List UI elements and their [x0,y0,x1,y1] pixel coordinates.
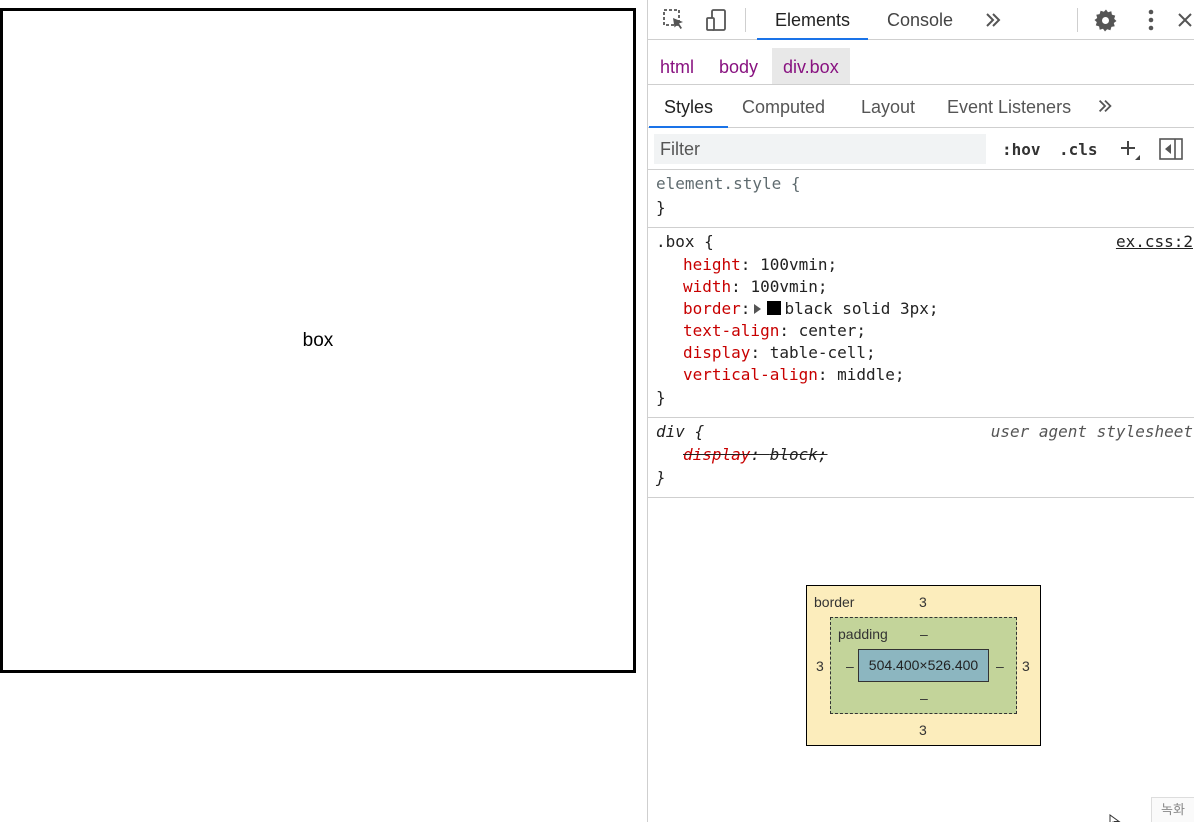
more-subtabs-icon[interactable] [1096,97,1114,119]
breadcrumb-html[interactable]: html [649,48,705,84]
page-viewport: box [0,0,647,822]
tab-layout[interactable]: Layout [861,86,915,128]
more-tabs-icon[interactable] [979,6,1007,34]
rule-source-label: user agent stylesheet [990,422,1193,441]
css-property: display [683,445,751,464]
css-value: center; [798,321,867,340]
css-value: 100vmin; [750,277,828,296]
mouse-cursor-icon [1109,811,1121,822]
css-declaration[interactable]: height: 100vmin; [656,254,1194,276]
color-swatch[interactable] [767,301,782,315]
styles-rules-pane: element.style { } .box { ex.css:2 height… [648,170,1194,498]
padding-label: padding [838,626,888,642]
rule-box: .box { ex.css:2 height: 100vmin; width: … [648,228,1194,418]
css-declaration[interactable]: width: 100vmin; [656,276,1194,298]
toolbar-separator [745,8,746,32]
breadcrumb-body[interactable]: body [708,48,769,84]
css-declaration[interactable]: border: black solid 3px; [656,298,1194,320]
css-value: block; [769,445,828,464]
css-value: 100vmin; [760,255,838,274]
tab-elements[interactable]: Elements [756,0,869,40]
css-value: middle; [837,365,905,384]
box-model-padding: padding – – – – 504.400×526.400 [830,617,1017,714]
css-property: vertical-align [683,365,818,384]
border-label: border [814,594,855,610]
rule-div-user-agent: div { user agent stylesheet display: blo… [648,418,1194,498]
border-top-value[interactable]: 3 [919,594,927,610]
rule-element-style: element.style { } [648,170,1194,228]
close-icon[interactable] [1177,6,1194,34]
cls-button[interactable]: .cls [1059,137,1098,163]
border-bottom-value[interactable]: 3 [919,722,927,738]
css-value: black solid 3px; [784,299,939,318]
tab-computed[interactable]: Computed [742,86,825,128]
rule-close-brace: } [656,198,666,217]
inspect-element-icon[interactable] [660,6,688,34]
css-value: table-cell; [769,343,876,362]
css-property: text-align [683,321,780,340]
toolbar-separator [1077,8,1078,32]
padding-left-value[interactable]: – [846,658,854,674]
more-options-icon[interactable] [1137,6,1165,34]
padding-right-value[interactable]: – [996,658,1004,674]
devtools-toolbar: Elements Console [648,0,1194,40]
rule-selector[interactable]: element.style { [656,172,1194,196]
record-badge[interactable]: 녹화 [1151,797,1194,822]
box-model-content[interactable]: 504.400×526.400 [858,649,989,682]
breadcrumb-div-box[interactable]: div.box [772,48,850,84]
rule-source-link[interactable]: ex.css:2 [1116,230,1193,254]
padding-top-value[interactable]: – [920,626,928,642]
border-right-value[interactable]: 3 [1022,658,1030,674]
css-property: display [683,343,751,362]
tab-event-listeners[interactable]: Event Listeners [947,86,1071,128]
styles-subtabs: Styles Computed Layout Event Listeners [648,86,1194,128]
css-property: height [683,255,741,274]
rule-close-brace: } [656,468,666,487]
box-element[interactable]: box [0,8,636,673]
box-model-border: border 3 3 3 3 padding – – – – 504.400×5… [806,585,1041,746]
rule-selector[interactable]: .box { [656,230,1194,254]
css-declaration-overridden: display: block; [683,445,828,464]
css-declaration[interactable]: vertical-align: middle; [656,364,1194,386]
css-declaration[interactable]: display: table-cell; [656,342,1194,364]
styles-filter-input[interactable] [654,134,986,164]
tab-styles[interactable]: Styles [648,86,729,128]
rule-close-brace: } [656,388,666,407]
settings-gear-icon[interactable] [1092,6,1120,34]
hov-button[interactable]: :hov [1002,137,1041,163]
devtools-panel: Elements Console html body div.box Style… [647,0,1194,822]
device-toolbar-icon[interactable] [702,6,730,34]
css-declaration[interactable]: text-align: center; [656,320,1194,342]
css-property: border [683,299,741,318]
box-text: box [302,329,334,351]
new-style-rule-icon[interactable] [1118,138,1142,166]
tab-console[interactable]: Console [887,0,953,40]
border-left-value[interactable]: 3 [816,658,824,674]
breadcrumb: html body div.box [648,48,1194,85]
toggle-sidebar-icon[interactable] [1159,138,1183,164]
padding-bottom-value[interactable]: – [920,690,928,706]
css-property: width [683,277,732,296]
expand-triangle-icon[interactable] [754,304,762,314]
styles-filter-bar: :hov .cls [648,129,1194,170]
